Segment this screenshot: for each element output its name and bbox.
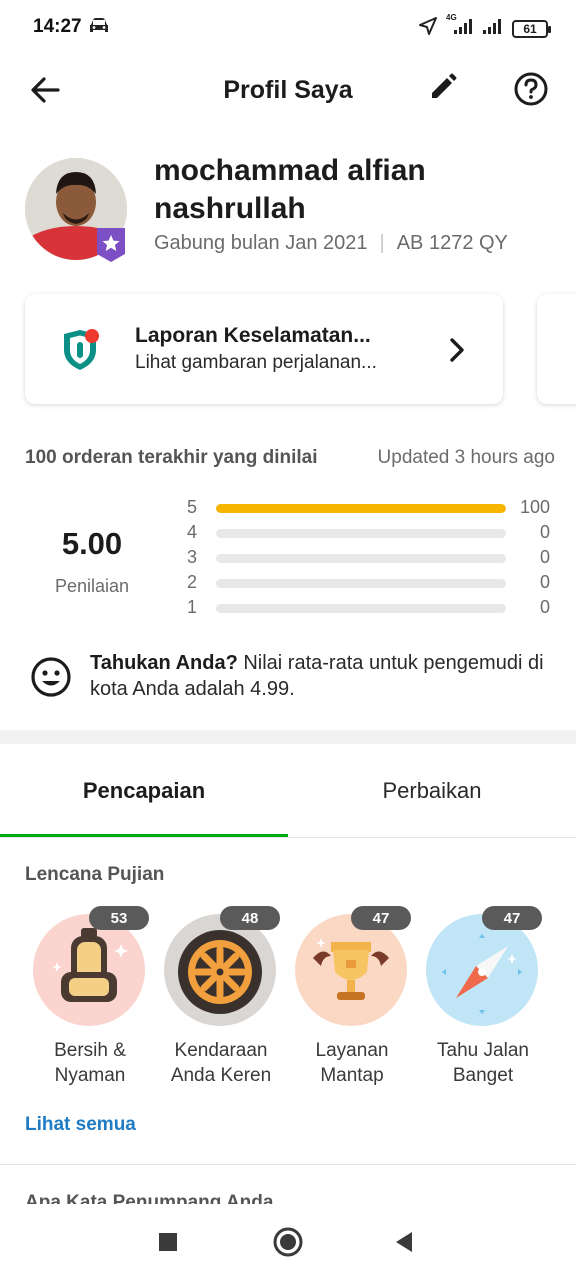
safety-card-subtitle: Lihat gambaran perjalanan... bbox=[135, 352, 377, 373]
status-bar: 14:27 4G 61 bbox=[0, 0, 576, 56]
car-seat-icon bbox=[33, 914, 145, 1026]
rating-count: 0 bbox=[539, 572, 550, 592]
app-bar: Profil Saya bbox=[0, 56, 576, 124]
badge-label: Layanan Mantap bbox=[315, 1040, 389, 1086]
square-icon bbox=[159, 1233, 177, 1251]
rating-star-label: 2 bbox=[186, 572, 197, 592]
fact-text: Tahukan Anda? Nilai rata-rata untuk peng… bbox=[90, 650, 550, 702]
recents-button[interactable] bbox=[148, 1226, 188, 1258]
battery-icon: 61 bbox=[512, 19, 551, 38]
help-button[interactable] bbox=[512, 70, 550, 108]
rating-bar-fill bbox=[216, 504, 506, 513]
badge-count: 53 bbox=[89, 906, 149, 930]
rating-bar-track bbox=[216, 504, 506, 513]
rating-updated: Updated 3 hours ago bbox=[377, 447, 555, 468]
chevron-right-icon bbox=[445, 336, 469, 369]
wheel-icon bbox=[164, 914, 276, 1026]
score-label: Penilaian bbox=[54, 576, 130, 596]
joined-date: Gabung bulan Jan 2021 bbox=[154, 232, 368, 254]
safety-card-title: Laporan Keselamatan... bbox=[135, 324, 371, 347]
compass-icon bbox=[426, 914, 538, 1026]
safety-report-card[interactable]: Laporan Keselamatan... Lihat gambaran pe… bbox=[25, 294, 503, 404]
page-title: Profil Saya bbox=[223, 76, 353, 104]
rating-star-label: 3 bbox=[186, 547, 197, 567]
rating-row-4: 4 0 bbox=[184, 520, 554, 545]
profile-header: mochammad alfian nashrullah Gabung bulan… bbox=[0, 150, 576, 270]
section-divider-2 bbox=[0, 1164, 576, 1165]
next-card[interactable] bbox=[537, 294, 576, 404]
fact-bold: Tahukan Anda? bbox=[90, 652, 238, 674]
rating-bar-track bbox=[216, 554, 506, 563]
rating-star-label: 4 bbox=[186, 522, 197, 542]
rating-count: 0 bbox=[539, 597, 550, 617]
status-time: 14:27 bbox=[33, 16, 82, 37]
rating-count: 100 bbox=[519, 497, 550, 517]
smiley-icon bbox=[30, 656, 72, 698]
badges-title: Lencana Pujian bbox=[25, 864, 165, 885]
rating-score: 5.00 Penilaian bbox=[40, 526, 144, 597]
tabs: Pencapaian Perbaikan bbox=[0, 744, 576, 838]
location-arrow-icon bbox=[418, 16, 438, 41]
home-button[interactable] bbox=[268, 1226, 308, 1258]
rating-row-1: 1 0 bbox=[184, 595, 554, 620]
meta-separator: | bbox=[379, 232, 385, 254]
system-nav-bar bbox=[0, 1204, 576, 1280]
profile-meta: Gabung bulan Jan 2021 | AB 1272 QY bbox=[154, 232, 508, 255]
rating-count: 0 bbox=[539, 522, 550, 542]
rating-bar-track bbox=[216, 579, 506, 588]
badge-label: Bersih & Nyaman bbox=[54, 1040, 126, 1086]
vehicle-plate: AB 1272 QY bbox=[396, 232, 508, 254]
rating-row-3: 3 0 bbox=[184, 545, 554, 570]
badge-label: Tahu Jalan Banget bbox=[437, 1040, 529, 1086]
status-right: 4G 61 bbox=[418, 13, 551, 41]
score-value: 5.00 bbox=[61, 526, 123, 561]
profile-name: mochammad alfian nashrullah bbox=[154, 154, 426, 225]
home-circle-icon bbox=[273, 1227, 303, 1257]
shield-icon bbox=[61, 328, 99, 372]
back-nav-button[interactable] bbox=[384, 1226, 424, 1258]
rating-header-title: 100 orderan terakhir yang dinilai bbox=[25, 447, 318, 468]
rating-bar-track bbox=[216, 604, 506, 613]
rating-star-label: 1 bbox=[186, 597, 197, 617]
badge-count: 47 bbox=[482, 906, 542, 930]
star-badge-icon bbox=[97, 228, 125, 262]
tabs-underline bbox=[0, 837, 576, 838]
pencil-icon bbox=[432, 73, 457, 98]
signal-icon: 4G bbox=[446, 13, 474, 40]
section-divider bbox=[0, 730, 576, 744]
see-all-link[interactable]: Lihat semua bbox=[25, 1114, 136, 1136]
signal-icon-2 bbox=[482, 17, 504, 40]
rating-row-5: 5 100 bbox=[184, 495, 554, 520]
badge-count: 47 bbox=[351, 906, 411, 930]
rating-count: 0 bbox=[539, 547, 550, 567]
trophy-icon bbox=[295, 914, 407, 1026]
tab-perbaikan[interactable]: Perbaikan bbox=[288, 744, 576, 838]
badge-label: Kendaraan Anda Keren bbox=[170, 1040, 272, 1086]
rating-bar-track bbox=[216, 529, 506, 538]
rating-row-2: 2 0 bbox=[184, 570, 554, 595]
rating-star-label: 5 bbox=[186, 497, 197, 517]
edit-button[interactable] bbox=[424, 70, 460, 106]
triangle-back-icon bbox=[396, 1232, 412, 1252]
rating-header: 100 orderan terakhir yang dinilai Update… bbox=[25, 447, 555, 469]
car-icon bbox=[88, 17, 110, 40]
tab-pencapaian[interactable]: Pencapaian bbox=[0, 744, 288, 838]
rating-bars: 5 100 4 0 3 0 2 0 1 0 bbox=[184, 495, 554, 620]
network-label: 4G bbox=[446, 13, 457, 22]
question-circle-icon bbox=[514, 72, 548, 106]
badge-count: 48 bbox=[220, 906, 280, 930]
